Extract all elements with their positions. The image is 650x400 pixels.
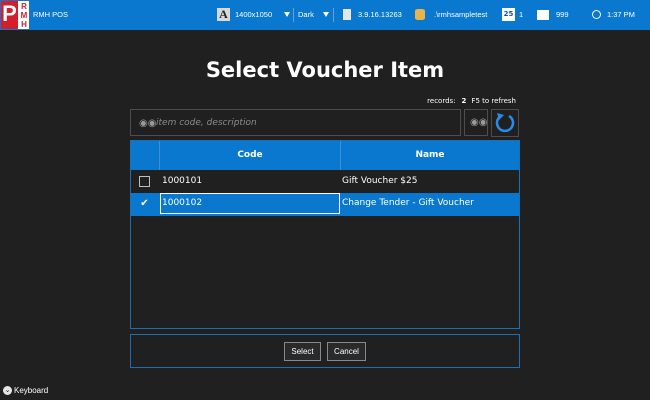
table-row[interactable]: 1000101 Gift Voucher $25 bbox=[131, 171, 519, 194]
register-number: 1 bbox=[519, 10, 524, 19]
search-placeholder: item code, description bbox=[156, 118, 257, 128]
binoculars-icon: ◉◉ bbox=[470, 117, 488, 128]
keyboard-toggle[interactable]: ⌄ Keyboard bbox=[3, 386, 49, 396]
row-code: 1000101 bbox=[162, 176, 203, 186]
select-button[interactable]: Select bbox=[284, 342, 321, 361]
app-logo: P R M H bbox=[1, 1, 29, 29]
divider bbox=[333, 8, 334, 22]
version-icon bbox=[343, 9, 351, 20]
row-checkbox-checked[interactable]: ✔ bbox=[139, 198, 150, 209]
search-input[interactable]: ◉◉ item code, description bbox=[130, 109, 461, 136]
refresh-button[interactable] bbox=[491, 109, 519, 137]
user-number: 999 bbox=[556, 10, 569, 19]
database-icon bbox=[415, 9, 425, 20]
theme-select[interactable]: Dark bbox=[298, 7, 314, 23]
register-icon: 25 bbox=[502, 8, 515, 21]
voucher-item-table: Code Name 1000101 Gift Voucher $25 ✔ 100… bbox=[130, 140, 520, 329]
records-info: records: 2 F5 to refresh bbox=[360, 97, 516, 105]
chevron-down-icon: ⌄ bbox=[3, 386, 12, 396]
version-text: 3.9.16.13263 bbox=[358, 10, 402, 19]
app-title: RMH POS bbox=[33, 10, 69, 19]
row-name: Change Tender - Gift Voucher bbox=[342, 198, 474, 208]
user-card-icon bbox=[537, 10, 549, 20]
divider bbox=[293, 8, 294, 22]
refresh-hint: F5 to refresh bbox=[471, 97, 516, 105]
resolution-dropdown-icon[interactable] bbox=[284, 12, 290, 17]
resolution-select[interactable]: 1400x1050 bbox=[235, 7, 272, 23]
clock-icon bbox=[592, 10, 601, 19]
binoculars-icon: ◉◉ bbox=[139, 118, 157, 129]
find-button[interactable]: ◉◉ bbox=[464, 109, 488, 136]
row-checkbox[interactable] bbox=[139, 176, 150, 187]
top-bar: P R M H RMH POS A 1400x1050 Dark 3.9.16.… bbox=[0, 0, 650, 30]
row-code: 1000102 bbox=[162, 198, 203, 208]
refresh-icon bbox=[495, 113, 515, 133]
table-row-selected[interactable]: ✔ 1000102 Change Tender - Gift Voucher bbox=[131, 193, 519, 216]
page-title: Select Voucher Item bbox=[205, 58, 445, 82]
column-header-code[interactable]: Code bbox=[160, 141, 340, 170]
row-name: Gift Voucher $25 bbox=[342, 176, 418, 186]
clock-time: 1:37 PM bbox=[607, 10, 635, 19]
resolution-icon: A bbox=[217, 8, 230, 21]
keyboard-label: Keyboard bbox=[14, 386, 49, 395]
database-text: .\rmhsampletest bbox=[434, 10, 488, 19]
column-header-name[interactable]: Name bbox=[341, 141, 519, 170]
cancel-button[interactable]: Cancel bbox=[327, 342, 366, 361]
records-label: records: bbox=[427, 97, 456, 105]
table-header: Code Name bbox=[131, 141, 519, 170]
records-count: 2 bbox=[461, 97, 467, 105]
action-bar bbox=[130, 334, 520, 368]
theme-dropdown-icon[interactable] bbox=[323, 12, 329, 17]
